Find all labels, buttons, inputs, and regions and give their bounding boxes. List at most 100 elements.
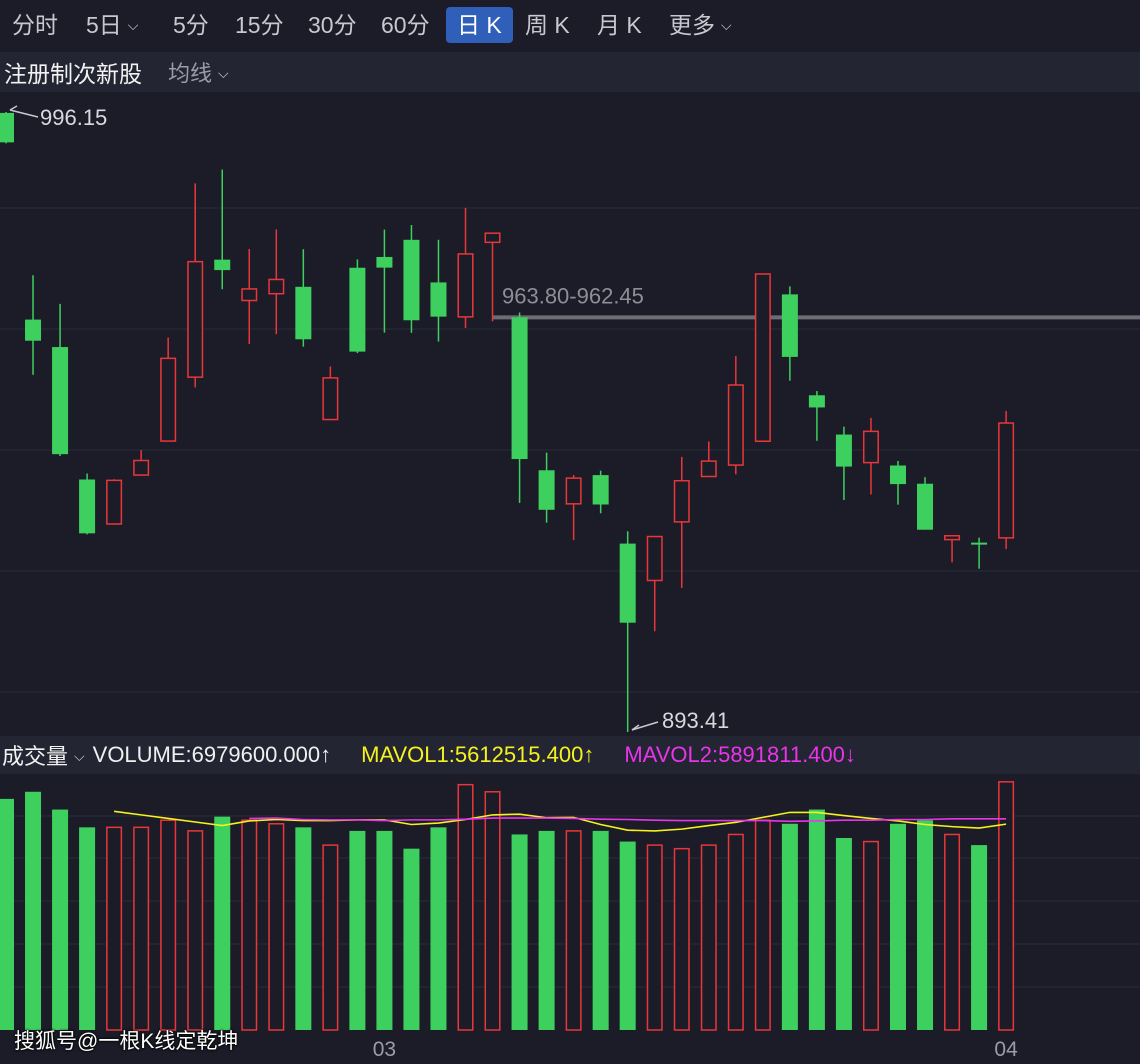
volume-bar <box>106 826 123 1031</box>
candle-body <box>52 347 69 455</box>
volume-bar <box>430 827 447 1030</box>
volume-bar <box>646 844 663 1031</box>
candle <box>214 169 231 290</box>
volume-bar <box>835 838 852 1030</box>
candle-body <box>889 465 906 485</box>
chevron-down-icon: ⌵ <box>721 17 732 33</box>
candle-body <box>835 434 852 467</box>
volume-bar <box>808 809 825 1030</box>
candle <box>268 229 285 335</box>
candle <box>430 239 447 342</box>
candle <box>349 259 366 354</box>
ma-selector[interactable]: 均线 ⌵ <box>168 56 229 88</box>
candle-body <box>484 232 501 244</box>
volume-bar <box>700 844 717 1031</box>
volume-chart: 03 04 <box>0 781 1140 1061</box>
candle <box>565 475 582 541</box>
high-label: 996.15 <box>40 105 107 130</box>
candle-body <box>808 395 825 408</box>
candle <box>187 183 204 388</box>
candle-body <box>646 535 663 582</box>
mavol1-value: MAVOL1:5612515.400↑ <box>361 742 595 767</box>
volume-bar <box>673 847 690 1031</box>
candle <box>998 410 1015 550</box>
candle-body <box>25 319 42 341</box>
volume-bar <box>268 823 285 1031</box>
candle-body <box>565 477 582 505</box>
candle-body <box>862 430 879 464</box>
tab-3[interactable]: 15分 <box>224 7 295 43</box>
candle-body <box>998 422 1015 539</box>
volume-title: 成交量 <box>2 744 69 769</box>
high-arrow <box>9 109 39 118</box>
tab-7[interactable]: 周 K <box>514 7 581 43</box>
tab-label: 分时 <box>12 12 58 38</box>
candle <box>241 248 258 345</box>
candle-body <box>754 273 771 443</box>
tab-2[interactable]: 5分 <box>162 7 220 43</box>
volume-indicator-selector[interactable]: 成交量 ⌵ <box>2 739 85 771</box>
volume-legend-bar: 成交量 ⌵ VOLUME:6979600.000↑ MAVOL1:5612515.… <box>0 736 1140 774</box>
candle <box>79 473 96 535</box>
stock-title-bar: 注册制次新股 均线 ⌵ <box>0 52 1140 92</box>
volume-bar <box>971 845 988 1030</box>
tab-0[interactable]: 分时 <box>1 7 69 43</box>
mavol2-value: MAVOL2:5891811.400↓ <box>624 742 856 767</box>
candle-body <box>322 377 339 421</box>
candle-body <box>241 288 258 302</box>
candle-body <box>376 256 393 268</box>
candle-body <box>160 357 177 442</box>
tab-label: 60分 <box>381 12 430 38</box>
tab-1[interactable]: 5日 ⌵ <box>75 7 149 43</box>
tab-8[interactable]: 月 K <box>586 7 653 43</box>
candle-body <box>430 282 447 317</box>
tab-6[interactable]: 日 K <box>446 7 513 43</box>
volume-bar <box>79 827 96 1030</box>
candle <box>133 450 150 476</box>
level-label: 963.80-962.45 <box>502 283 644 308</box>
tab-label: 5日 <box>86 12 122 38</box>
candle-body <box>268 278 285 295</box>
tab-5[interactable]: 60分 <box>370 7 441 43</box>
candle-body <box>727 384 744 466</box>
volume-bar <box>349 830 366 1030</box>
candle <box>592 470 609 514</box>
candle <box>295 249 312 347</box>
volume-value: VOLUME:6979600.000↑ <box>92 742 332 767</box>
tab-label: 月 K <box>597 12 642 38</box>
candle <box>0 112 14 144</box>
candle <box>808 391 825 441</box>
low-label: 893.41 <box>662 708 729 733</box>
volume-bar <box>376 830 393 1030</box>
candle-body <box>106 479 123 525</box>
candle <box>457 207 474 328</box>
volume-bar <box>781 823 798 1030</box>
tab-9[interactable]: 更多 ⌵ <box>658 7 743 43</box>
volume-bar <box>565 830 582 1031</box>
candle <box>160 337 177 442</box>
candle <box>700 441 717 478</box>
volume-bar <box>457 783 474 1031</box>
candlestick-chart: 963.80-962.45 996.15 893.41 <box>0 105 1140 733</box>
candle <box>917 477 934 530</box>
candle <box>106 479 123 525</box>
volume-bar <box>592 830 609 1030</box>
watermark: 搜狐号@一根K线定乾坤 <box>14 1030 239 1053</box>
candle <box>673 456 690 588</box>
tab-label: 周 K <box>525 12 570 38</box>
period-tab-bar: 分时 5日 ⌵ 5分 15分 30分 60分 日 K 周 K 月 K 更多 ⌵ <box>0 0 1140 50</box>
volume-bar <box>619 841 636 1030</box>
tab-4[interactable]: 30分 <box>297 7 368 43</box>
volume-bar <box>160 819 177 1031</box>
volume-bar <box>862 840 879 1031</box>
candle-body <box>295 286 312 340</box>
chevron-down-icon: ⌵ <box>218 65 229 81</box>
candle <box>835 426 852 500</box>
volume-bar <box>889 823 906 1030</box>
candle <box>889 460 906 505</box>
candle <box>322 366 339 421</box>
volume-bar <box>0 798 14 1030</box>
candle <box>754 273 771 443</box>
candle-body <box>214 259 231 271</box>
candle-body <box>187 260 204 378</box>
